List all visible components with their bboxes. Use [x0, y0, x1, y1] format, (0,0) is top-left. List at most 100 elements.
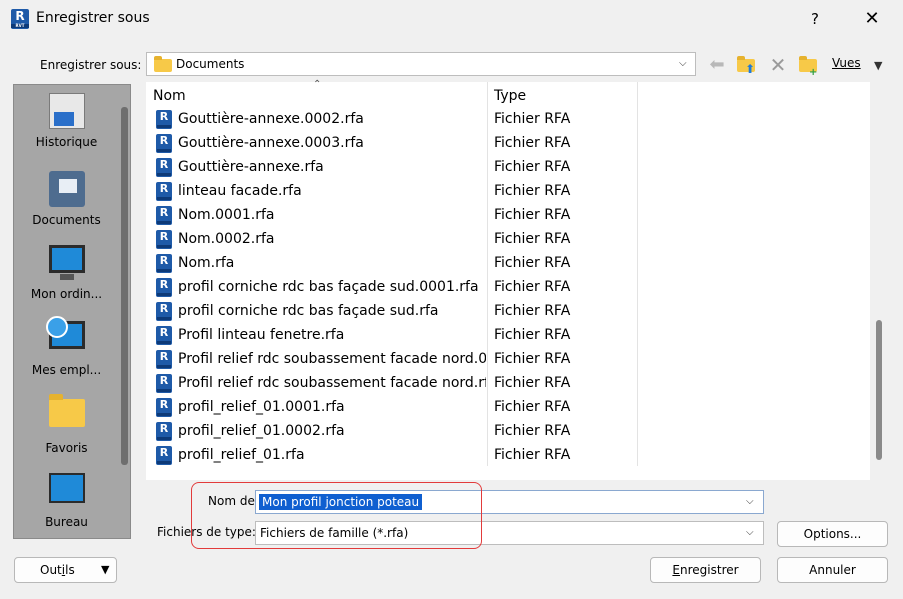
file-type: Fichier RFA: [494, 399, 571, 415]
views-dropdown-icon[interactable]: ▼: [874, 59, 882, 72]
up-arrow-icon: ⬆: [745, 62, 756, 76]
file-list: ⌃ Nom Type R Gouttière-annexe.0002.rfa Fic…: [146, 79, 870, 480]
sidebar-item-label: Favoris: [45, 441, 88, 455]
save-label-accel: E: [672, 563, 681, 577]
tools-dropdown-icon: ▼: [101, 563, 110, 576]
rfa-file-icon: R: [156, 326, 172, 345]
file-type: Fichier RFA: [494, 303, 571, 319]
file-row[interactable]: Rprofil_relief_01.rfa Fichier RFA: [146, 444, 638, 468]
favorites-folder-icon: [48, 394, 85, 427]
documents-icon: [48, 171, 85, 207]
file-name: Gouttière-annexe.0002.rfa: [178, 111, 364, 127]
rfa-file-icon: R: [156, 422, 172, 441]
rfa-file-icon: R: [156, 374, 172, 393]
file-type: Fichier RFA: [494, 279, 571, 295]
file-name: Gouttière-annexe.rfa: [178, 159, 324, 175]
folder-up-icon[interactable]: ⬆: [735, 54, 757, 76]
save-label-part: nregistrer: [680, 563, 739, 577]
save-button[interactable]: Enregistrer: [650, 557, 761, 583]
chevron-down-icon[interactable]: ⌵: [746, 527, 754, 538]
file-row[interactable]: R Profil linteau fenetre.rfa Fichier RFA: [146, 324, 638, 348]
file-name: Nom.0001.rfa: [178, 207, 275, 223]
rfa-file-icon: R: [156, 446, 172, 465]
sidebar-item-mes-emplacements[interactable]: Mes empl...: [14, 316, 119, 377]
chevron-down-icon[interactable]: ⌵: [679, 58, 687, 69]
file-type: Fichier RFA: [494, 231, 571, 247]
chevron-down-icon[interactable]: ⌵: [746, 496, 754, 507]
tools-label-part: ls: [65, 563, 75, 577]
rfa-file-icon: R: [156, 206, 172, 225]
rfa-file-icon: R: [156, 254, 172, 273]
file-row[interactable]: R Nom.0001.rfa Fichier RFA: [146, 204, 638, 228]
rfa-file-icon: R: [156, 134, 172, 153]
window-title: Enregistrer sous: [36, 10, 150, 26]
arrow-left-icon[interactable]: ⬅: [706, 54, 728, 76]
file-row[interactable]: Rprofil corniche rdc bas façade sud.rfa F…: [146, 300, 638, 324]
file-row[interactable]: R Profil relief rdc soubassement facade n…: [146, 372, 638, 396]
file-row[interactable]: R Gouttière-annexe.0002.rfa Fichier RFA: [146, 108, 638, 132]
location-label: Enregistrer sous:: [40, 58, 142, 72]
file-row[interactable]: R Gouttière-annexe.rfa Fichier RFA: [146, 156, 638, 180]
file-type: Fichier RFA: [494, 207, 571, 223]
rfa-file-icon: R: [156, 110, 172, 129]
sidebar-item-label: Documents: [32, 213, 101, 227]
file-name: Nom.0002.rfa: [178, 231, 275, 247]
file-row[interactable]: R Nom.0002.rfa Fichier RFA: [146, 228, 638, 252]
tools-label-part: Out: [40, 563, 62, 577]
delete-icon[interactable]: ✕: [767, 54, 789, 76]
desktop-icon: [48, 473, 85, 503]
file-name: profil_relief_01.0001.rfa: [178, 399, 345, 415]
sort-ascending-icon: ⌃: [313, 79, 322, 90]
tools-button[interactable]: Outils ▼: [14, 557, 117, 583]
folder-icon: [154, 56, 172, 72]
sidebar-item-label: Mon ordin...: [30, 287, 103, 301]
file-name: Profil relief rdc soubassement facade no…: [178, 375, 486, 391]
sidebar-item-historique[interactable]: Historique: [14, 93, 119, 149]
places-sidebar: Historique Documents Mon ordin... Mes em…: [13, 84, 131, 539]
file-name: profil_relief_01.0002.rfa: [178, 423, 345, 439]
file-row[interactable]: Rprofil corniche rdc bas façade sud.0001…: [146, 276, 638, 300]
views-menu-button[interactable]: Vues: [832, 56, 861, 70]
sidebar-item-mon-ordinateur[interactable]: Mon ordin...: [14, 245, 119, 301]
sidebar-item-documents[interactable]: Documents: [14, 171, 119, 227]
title-bar: R RVT Enregistrer sous ? ✕: [0, 0, 903, 38]
file-name: profil_relief_01.rfa: [178, 447, 305, 463]
rfa-file-icon: R: [156, 230, 172, 249]
file-type: Fichier RFA: [494, 423, 571, 439]
file-list-scrollbar[interactable]: [876, 320, 882, 460]
revit-app-icon: R RVT: [11, 9, 29, 29]
rfa-file-icon: R: [156, 182, 172, 201]
rfa-file-icon: R: [156, 158, 172, 177]
file-list-header: ⌃ Nom Type: [146, 79, 638, 108]
column-header-nom[interactable]: Nom: [153, 88, 186, 104]
sidebar-item-label: Historique: [35, 135, 98, 149]
file-name: profil corniche rdc bas façade sud.rfa: [178, 303, 439, 319]
file-type: Fichier RFA: [494, 375, 571, 391]
file-name: Profil linteau fenetre.rfa: [178, 327, 345, 343]
history-icon: [48, 93, 85, 129]
file-name: Gouttière-annexe.0003.rfa: [178, 135, 364, 151]
location-value: Documents: [176, 57, 245, 71]
options-button[interactable]: Options...: [777, 521, 888, 547]
file-row[interactable]: R Profil relief rdc soubassement facade n…: [146, 348, 638, 372]
new-folder-icon[interactable]: +: [797, 54, 819, 78]
annotation-highlight: [191, 482, 482, 549]
help-button[interactable]: ?: [800, 0, 830, 38]
sidebar-item-bureau[interactable]: Bureau: [14, 473, 119, 529]
file-row[interactable]: Rprofil_relief_01.0001.rfa Fichier RFA: [146, 396, 638, 420]
file-type: Fichier RFA: [494, 327, 571, 343]
sidebar-item-label: Mes empl...: [31, 363, 102, 377]
sidebar-scrollbar[interactable]: [121, 107, 128, 465]
file-row[interactable]: R Gouttière-annexe.0003.rfa Fichier RFA: [146, 132, 638, 156]
column-header-type[interactable]: Type: [494, 88, 526, 104]
file-row[interactable]: Rprofil_relief_01.0002.rfa Fichier RFA: [146, 420, 638, 444]
close-button[interactable]: ✕: [852, 0, 892, 38]
sidebar-item-favoris[interactable]: Favoris: [14, 394, 119, 455]
location-combo[interactable]: Documents ⌵: [146, 52, 696, 76]
file-row[interactable]: R Nom.rfa Fichier RFA: [146, 252, 638, 276]
file-row[interactable]: Rlinteau facade.rfa Fichier RFA: [146, 180, 638, 204]
file-type: Fichier RFA: [494, 447, 571, 463]
cancel-button[interactable]: Annuler: [777, 557, 888, 583]
network-places-icon: [45, 316, 85, 349]
file-type: Fichier RFA: [494, 255, 571, 271]
